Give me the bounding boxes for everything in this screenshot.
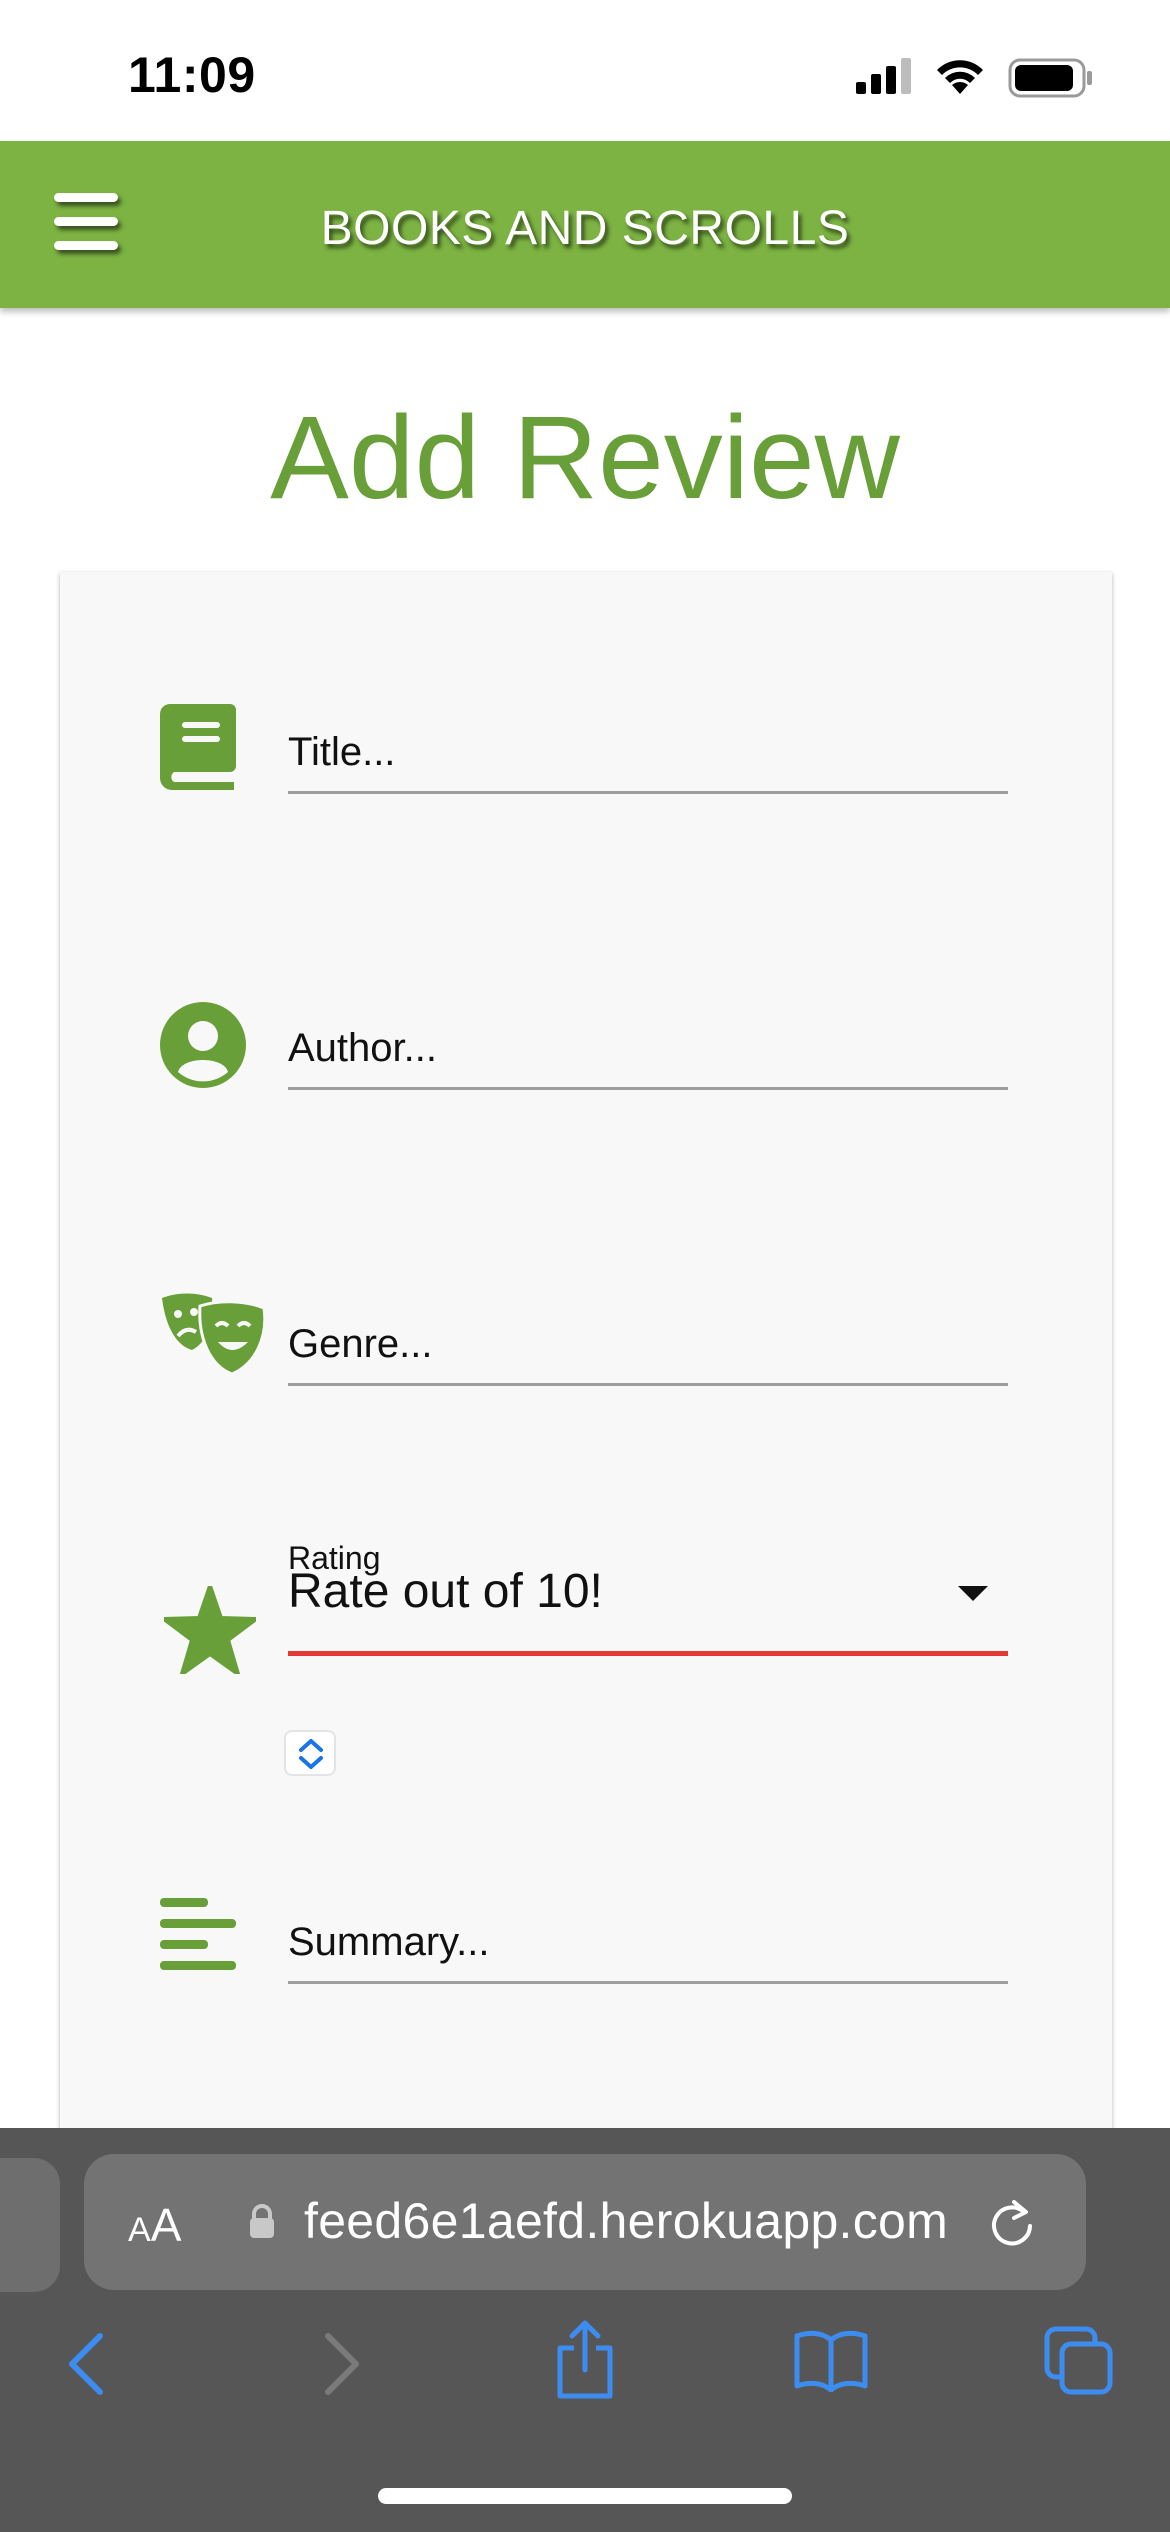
forward-icon[interactable] [322,2332,362,2396]
url-text: feed6e1aefd.herokuapp.com [304,2193,949,2249]
chevron-up-down-icon [299,1739,323,1769]
tabs-icon[interactable] [1044,2326,1114,2396]
theater-masks-icon [162,1293,267,1376]
cellular-signal-icon [856,58,911,94]
author-field: Author... [60,988,1112,1098]
align-left-icon [160,1898,236,1970]
brand-logo-link[interactable]: BOOKS AND SCROLLS [0,201,1170,256]
bookmarks-icon[interactable] [794,2328,868,2392]
status-bar: 11:09 [0,0,1170,140]
browser-toolbar: AA feed6e1aefd.herokuapp.com [0,2128,1170,2532]
text-size-button[interactable]: AA [128,2198,181,2252]
wifi-icon [937,60,983,94]
lock-icon [250,2204,274,2238]
page-title: Add Review [270,392,900,524]
user-circle-icon [160,1002,246,1088]
summary-input[interactable]: Summary... [288,1894,1008,1984]
title-field: Title... [60,692,1112,802]
genre-input[interactable]: Genre... [288,1296,1008,1386]
title-input[interactable]: Title... [288,704,1008,794]
address-bar[interactable]: AA feed6e1aefd.herokuapp.com [84,2154,1086,2290]
previous-tab-preview[interactable] [0,2158,60,2292]
battery-icon [1008,58,1092,98]
back-icon[interactable] [66,2332,106,2396]
book-icon [160,704,236,790]
summary-field: Summary... [60,1882,1112,1992]
share-icon[interactable] [554,2320,616,2400]
star-icon [164,1586,256,1674]
navbar: BOOKS AND SCROLLS [0,141,1170,308]
status-time: 11:09 [128,47,256,103]
review-form-card: Title... Author... Genre... Rating Rate … [60,572,1112,2172]
genre-field: Genre... [60,1284,1112,1394]
rating-stepper[interactable] [284,1730,336,1776]
author-input[interactable]: Author... [288,1000,1008,1090]
reload-icon[interactable] [988,2196,1036,2248]
screen: { "status_bar": { "time": "11:09" }, "na… [0,0,1170,2532]
rating-select[interactable]: Rate out of 10! [288,1522,1008,1656]
home-indicator[interactable] [378,2488,792,2504]
dropdown-caret-icon [958,1586,988,1601]
